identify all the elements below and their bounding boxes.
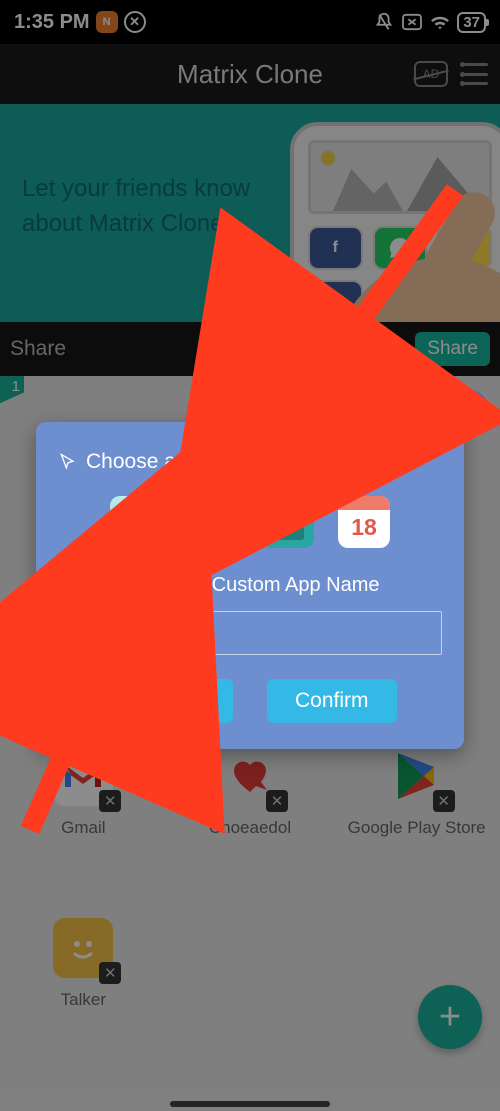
confirm-button[interactable]: Confirm	[267, 679, 397, 723]
close-button[interactable]: ✕	[452, 390, 488, 426]
app-name-input[interactable]	[58, 611, 442, 655]
icon-option-calendar[interactable]: 18	[338, 496, 390, 548]
modal-title: Choose a Custom Icon	[58, 450, 442, 474]
selected-check-icon: ✓	[224, 488, 246, 510]
icon-option-gallery[interactable]	[110, 496, 162, 548]
restore-button[interactable]: Restore	[103, 679, 233, 723]
icon-option-notebook[interactable]	[262, 496, 314, 548]
custom-icon-modal: Choose a Custom Icon ✓ 18 Choose a Custo…	[36, 422, 464, 749]
cursor-icon	[58, 452, 78, 472]
icon-option-wallet[interactable]: ✓	[186, 496, 238, 548]
icon-options: ✓ 18	[58, 496, 442, 548]
modal-subtitle: Choose a Custom App Name	[58, 574, 442, 597]
